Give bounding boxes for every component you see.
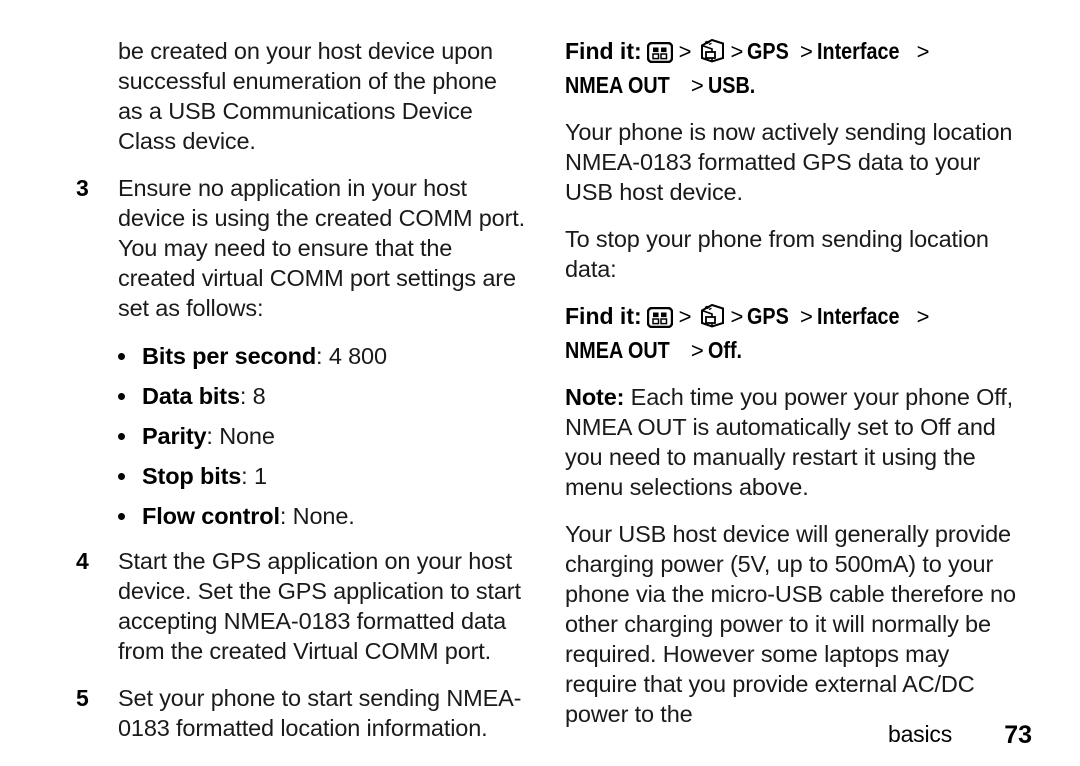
- comm-port-settings-list: Bits per second: 4 800 Data bits: 8 Pari…: [72, 340, 527, 532]
- bullet-value: 4 800: [328, 343, 387, 369]
- step-3-text: Ensure no application in your host devic…: [118, 175, 526, 321]
- list-item: Data bits: 8: [72, 380, 527, 412]
- footer-section-name: basics: [888, 721, 952, 747]
- path-crumb-usb: USB.: [707, 72, 755, 98]
- footer-page-number: 73: [1004, 721, 1032, 749]
- note-paragraph: Note: Each time you power your phone Off…: [565, 382, 1020, 502]
- path-separator: >: [916, 39, 930, 64]
- path-crumb-gps: GPS: [747, 38, 790, 64]
- bullet-label: Parity: [142, 423, 207, 449]
- bullet-separator: :: [279, 503, 293, 529]
- list-item: Parity: None: [72, 420, 527, 452]
- path-separator: >: [678, 304, 692, 329]
- path-crumb-off: Off.: [707, 337, 742, 363]
- bullet-separator: :: [239, 383, 253, 409]
- bullet-value: 1: [253, 463, 267, 489]
- path-separator: >: [799, 304, 813, 329]
- path-separator: >: [730, 39, 744, 64]
- path-separator: >: [690, 338, 704, 363]
- step-3: 3 Ensure no application in your host dev…: [72, 173, 527, 323]
- step-4: 4 Start the GPS application on your host…: [72, 546, 527, 666]
- path-crumb-nmea-out: NMEA OUT: [565, 337, 670, 363]
- list-item: Flow control: None.: [72, 500, 527, 532]
- find-it-label: Find it:: [565, 38, 642, 64]
- continued-paragraph: be created on your host device upon succ…: [118, 38, 497, 154]
- path-crumb-gps: GPS: [747, 303, 790, 329]
- bullet-separator: :: [241, 463, 254, 489]
- bullet-separator: :: [316, 343, 329, 369]
- page-footer: basics 73: [0, 712, 1080, 752]
- step-4-text: Start the GPS application on your host d…: [118, 548, 521, 664]
- path-separator: >: [690, 73, 704, 98]
- list-item: Stop bits: 1: [72, 460, 527, 492]
- step-5-number: 5: [76, 685, 89, 711]
- path-separator: >: [730, 304, 744, 329]
- paragraph-sending: Your phone is now actively sending locat…: [565, 119, 1013, 205]
- bullet-label: Bits per second: [142, 343, 317, 369]
- bullet-value: None: [219, 423, 275, 449]
- main-menu-icon: [646, 305, 673, 335]
- bullet-value: 8: [252, 383, 266, 409]
- bullet-label: Data bits: [142, 383, 240, 409]
- find-it-path-off: Find it: > > GPS > Interface >NMEA OUT > Off.: [565, 301, 1020, 366]
- paragraph-power: Your USB host device will generally prov…: [565, 521, 1016, 727]
- paragraph-stop: To stop your phone from sending location…: [565, 226, 989, 282]
- bullet-separator: :: [206, 423, 220, 449]
- list-item: Bits per second: 4 800: [72, 340, 527, 372]
- find-it-label: Find it:: [565, 303, 642, 329]
- path-crumb-interface: Interface: [816, 38, 900, 64]
- left-column: be created on your host device upon succ…: [72, 36, 527, 760]
- note-label: Note:: [565, 384, 625, 410]
- path-separator: >: [799, 39, 813, 64]
- find-it-path-usb: Find it: > > GPS > Interface >NMEA OUT > USB.: [565, 36, 1020, 101]
- path-crumb-interface: Interface: [816, 303, 900, 329]
- settings-folder-icon: [698, 37, 725, 70]
- note-text: Each time you power your phone Off, NMEA…: [565, 384, 1013, 500]
- step-4-number: 4: [76, 548, 89, 574]
- manual-page: be created on your host device upon succ…: [0, 0, 1080, 766]
- settings-folder-icon: [698, 302, 725, 335]
- step-3-number: 3: [76, 175, 89, 201]
- right-column: Find it: > > GPS > Interface >NMEA OUT > USB. …: [565, 36, 1020, 746]
- main-menu-icon: [646, 40, 673, 70]
- path-separator: >: [916, 304, 930, 329]
- path-crumb-nmea-out: NMEA OUT: [565, 72, 670, 98]
- bullet-label: Flow control: [142, 503, 280, 529]
- path-separator: >: [678, 39, 692, 64]
- bullet-label: Stop bits: [142, 463, 242, 489]
- bullet-value: None.: [292, 503, 355, 529]
